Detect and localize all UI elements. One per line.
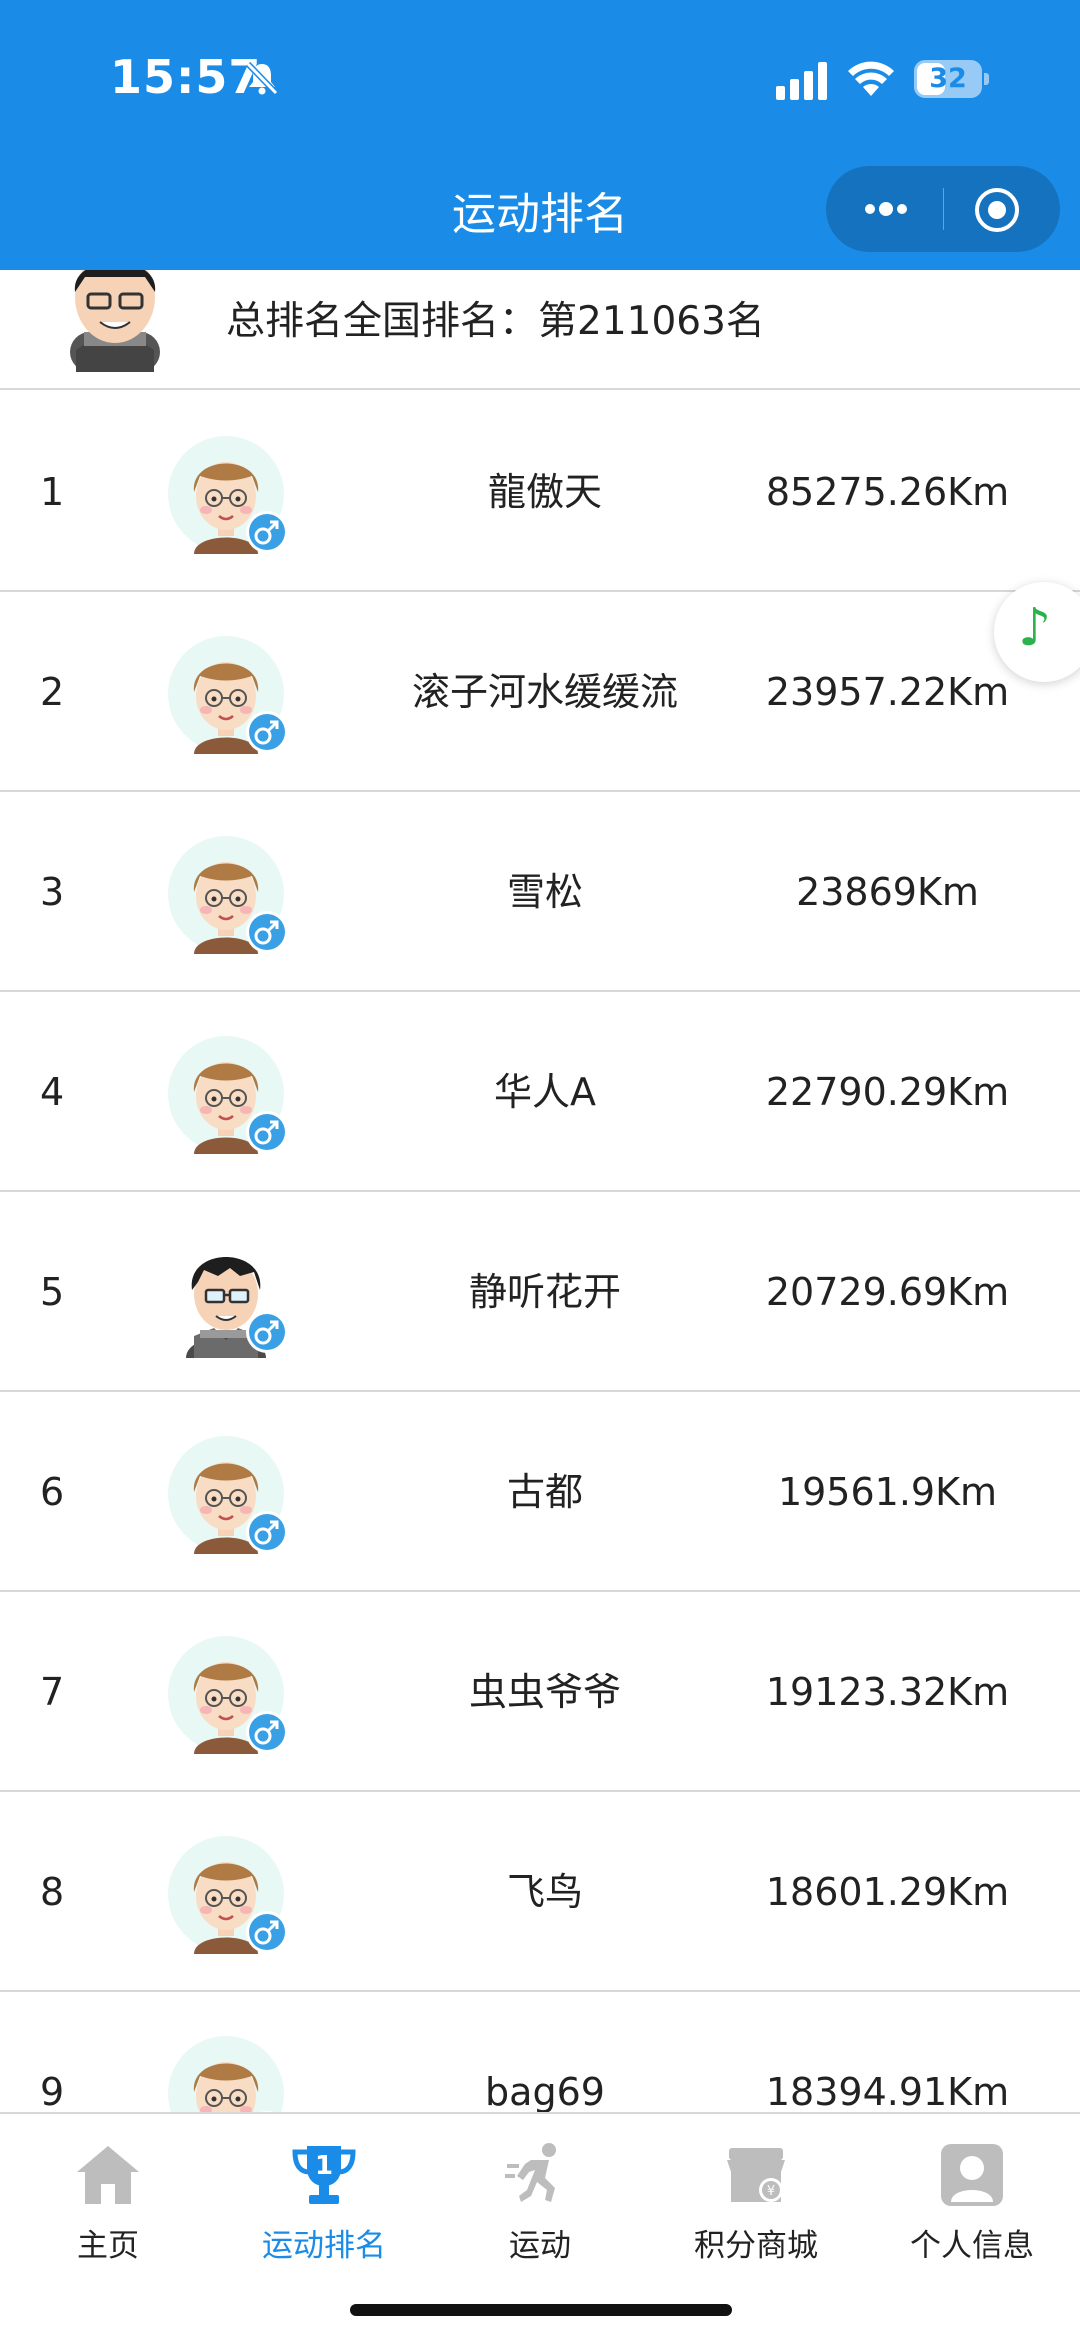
my-avatar (70, 270, 160, 372)
rank-number: 1 (40, 470, 65, 514)
tab-exercise[interactable]: 运动 (432, 2128, 648, 2268)
profile-icon (941, 2144, 1003, 2206)
tab-label: 运动 (509, 2228, 571, 2264)
rank-number: 9 (40, 2070, 65, 2112)
avatar (164, 1632, 304, 1762)
svg-text:¥: ¥ (767, 2184, 775, 2199)
header: 15:57 32 运动排名 (0, 0, 1080, 270)
rank-number: 5 (40, 1270, 65, 1314)
rank-number: 6 (40, 1470, 65, 1514)
distance: 20729.69Km (765, 1270, 1010, 1314)
rank-number: 3 (40, 870, 65, 914)
tab-label: 运动排名 (262, 2228, 386, 2264)
distance: 18601.29Km (765, 1870, 1010, 1914)
ranking-list[interactable]: 1 龍傲天 85275.26Km 2 滚子河水缓缓流 23957.22Km 3 … (0, 392, 1080, 2112)
list-item[interactable]: 6 古都 19561.9Km (0, 1392, 1080, 1592)
rank-number: 2 (40, 670, 65, 714)
avatar (164, 832, 304, 962)
status-time: 15:57 (110, 50, 262, 104)
avatar (164, 432, 304, 562)
user-name: 华人A (494, 1070, 596, 1114)
more-icon[interactable] (856, 184, 916, 234)
list-item[interactable]: 9 bag69 18394.91Km (0, 1992, 1080, 2112)
user-name: 虫虫爷爷 (468, 1670, 621, 1714)
battery-level: 32 (929, 63, 967, 94)
user-name: 古都 (506, 1470, 583, 1514)
list-item[interactable]: 5 静听花开 20729.69Km (0, 1192, 1080, 1392)
user-name: 飞鸟 (506, 1870, 583, 1914)
battery-indicator: 32 (914, 60, 989, 98)
distance: 19561.9Km (777, 1470, 998, 1514)
tab-label: 个人信息 (910, 2228, 1034, 2264)
avatar (164, 1832, 304, 1962)
list-item[interactable]: 4 华人A 22790.29Km (0, 992, 1080, 1192)
list-item[interactable]: 7 虫虫爷爷 19123.32Km (0, 1592, 1080, 1792)
avatar (164, 2032, 304, 2112)
distance: 19123.32Km (765, 1670, 1010, 1714)
user-name: 雪松 (506, 870, 583, 914)
rank-number: 8 (40, 1870, 65, 1914)
user-name: 滚子河水缓缓流 (411, 670, 678, 714)
national-rank-text: 总排名全国排名：第211063名 (226, 299, 765, 344)
list-item[interactable]: 3 雪松 23869Km (0, 792, 1080, 992)
avatar (164, 1032, 304, 1162)
music-note-icon: ♪ (1018, 598, 1052, 658)
user-name: bag69 (485, 2070, 605, 2112)
tab-label: 积分商城 (694, 2228, 818, 2264)
distance: 85275.26Km (765, 470, 1010, 514)
tab-label: 主页 (77, 2228, 139, 2264)
list-item[interactable]: 8 飞鸟 18601.29Km (0, 1792, 1080, 1992)
user-name: 龍傲天 (487, 470, 602, 514)
running-icon (505, 2143, 556, 2202)
trophy-icon: 1 (292, 2146, 356, 2204)
tab-ranking[interactable]: 1 运动排名 (216, 2128, 432, 2268)
my-rank-summary: 总排名全国排名：第211063名 (0, 270, 1080, 390)
tab-home[interactable]: 主页 (0, 2128, 216, 2268)
home-indicator (350, 2304, 732, 2316)
avatar (164, 1432, 304, 1562)
signal-icon (776, 62, 827, 100)
tab-profile[interactable]: 个人信息 (864, 2128, 1080, 2268)
rank-number: 4 (40, 1070, 65, 1114)
svg-text:1: 1 (315, 2151, 333, 2181)
distance: 23869Km (796, 870, 979, 914)
home-icon (77, 2146, 139, 2204)
avatar (164, 1232, 304, 1362)
store-icon: ¥ (727, 2148, 785, 2202)
wifi-icon (848, 61, 894, 96)
user-name: 静听花开 (468, 1270, 621, 1314)
distance: 23957.22Km (765, 670, 1010, 714)
close-miniprogram-icon[interactable] (972, 185, 1022, 235)
distance: 22790.29Km (765, 1070, 1010, 1114)
rank-number: 7 (40, 1670, 65, 1714)
list-item[interactable]: 1 龍傲天 85275.26Km (0, 392, 1080, 592)
bell-muted-icon (245, 61, 279, 96)
miniprogram-capsule (826, 166, 1060, 252)
avatar (164, 632, 304, 762)
distance: 18394.91Km (765, 2070, 1010, 2112)
tab-points-mall[interactable]: ¥ 积分商城 (648, 2128, 864, 2268)
list-item[interactable]: 2 滚子河水缓缓流 23957.22Km (0, 592, 1080, 792)
